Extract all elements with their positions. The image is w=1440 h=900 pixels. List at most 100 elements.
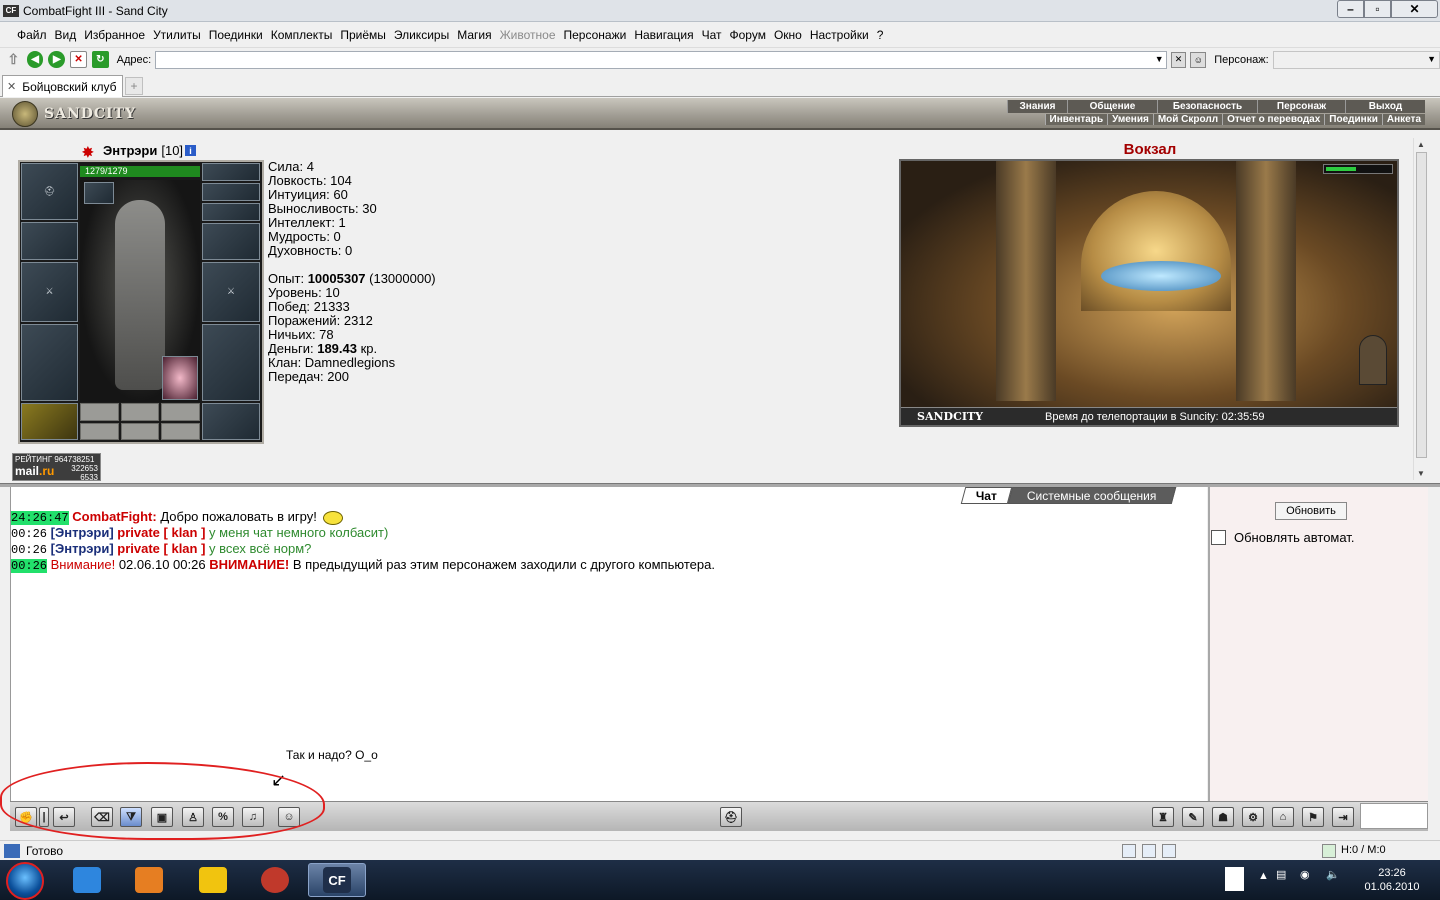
network-icon[interactable]: ▤	[1276, 868, 1286, 881]
empty-slot-4[interactable]	[80, 423, 119, 440]
ring-slot-3[interactable]	[202, 203, 260, 221]
chat-time[interactable]: 24:26:47	[11, 511, 69, 525]
helmet-slot[interactable]: ⛑	[21, 163, 78, 220]
chat-private[interactable]: private [ klan ]	[117, 525, 205, 540]
address-dropdown-icon[interactable]: ▼	[1155, 54, 1164, 64]
chat-time[interactable]: 00:26	[11, 527, 47, 541]
scroll-up-icon[interactable]: ▲	[1417, 140, 1425, 149]
menu-fights[interactable]: Поединки	[209, 28, 263, 42]
empty-slot-6[interactable]	[161, 423, 200, 440]
subnav-my-scroll[interactable]: Мой Скролл	[1152, 114, 1223, 125]
menu-file[interactable]: Файл	[17, 28, 47, 42]
nav-knowledge[interactable]: Знания	[1007, 100, 1067, 113]
menu-favorites[interactable]: Избранное	[84, 28, 145, 42]
speaker-icon[interactable]: 🔈	[1326, 868, 1340, 881]
tab-fight-club[interactable]: ✕ Бойцовский клуб	[2, 75, 123, 97]
chat-private[interactable]: private [ klan ]	[117, 541, 205, 556]
person-icon[interactable]: ♙	[182, 807, 204, 827]
forward-icon[interactable]: ▶	[48, 51, 66, 68]
weapon-left-slot[interactable]: ⚔	[21, 262, 78, 322]
menu-help[interactable]: ?	[877, 28, 884, 42]
tab-system-messages[interactable]: Системные сообщения	[1007, 487, 1176, 504]
stop-icon[interactable]: ✕	[70, 51, 87, 68]
lock-status-icon[interactable]	[1162, 844, 1176, 858]
menu-utilities[interactable]: Утилиты	[153, 28, 201, 42]
empty-slot-3[interactable]	[161, 403, 200, 421]
menu-forum[interactable]: Форум	[730, 28, 766, 42]
boots-slot[interactable]	[202, 403, 260, 440]
tab-chat[interactable]: Чат	[960, 487, 1013, 504]
back-icon[interactable]: ◀	[26, 51, 44, 68]
minimize-icon[interactable]: –	[1337, 0, 1364, 18]
system-clock[interactable]: 23:26 01.06.2010	[1352, 866, 1432, 894]
group-icon[interactable]: ☗	[1212, 807, 1234, 827]
bracers-slot[interactable]	[21, 222, 78, 260]
menu-techniques[interactable]: Приёмы	[340, 28, 386, 42]
taskbar-media-app[interactable]	[120, 863, 178, 897]
weapon-right-slot[interactable]: ⚔	[202, 262, 260, 322]
nav-security[interactable]: Безопасность	[1157, 100, 1257, 113]
persona-dropdown-icon[interactable]: ▼	[1427, 54, 1436, 64]
inbox-icon[interactable]: ▣	[151, 807, 173, 827]
exit-icon[interactable]: ⇥	[1332, 807, 1354, 827]
menu-sets[interactable]: Комплекты	[271, 28, 333, 42]
character-name[interactable]: Энтрэри	[103, 143, 157, 158]
menu-characters[interactable]: Персонажи	[564, 28, 627, 42]
menu-settings[interactable]: Настройки	[810, 28, 869, 42]
legs-slot[interactable]	[202, 324, 260, 401]
taskbar-folder-app[interactable]	[184, 863, 242, 897]
scroll-thumb[interactable]	[1416, 152, 1427, 458]
empty-slot-5[interactable]	[121, 423, 159, 440]
maximize-icon[interactable]: ▫	[1364, 0, 1391, 18]
auto-refresh-checkbox[interactable]	[1211, 530, 1226, 545]
filter-icon[interactable]: ⧩	[120, 807, 142, 827]
separator-icon[interactable]: |	[39, 807, 49, 827]
reply-icon[interactable]: ↩	[53, 807, 75, 827]
location-image[interactable]: SANDCITY Время до телепортации в Suncity…	[899, 159, 1399, 427]
ring-slot-1[interactable]	[202, 163, 260, 181]
gear-icon[interactable]: ⚙	[1242, 807, 1264, 827]
tray-app-icon[interactable]: ◉	[1300, 868, 1310, 881]
armor-slot[interactable]	[21, 324, 78, 401]
subnav-inventory[interactable]: Инвентарь	[1044, 114, 1108, 125]
tray-expand-icon[interactable]: ▲	[1258, 870, 1269, 882]
menu-window[interactable]: Окно	[774, 28, 802, 42]
info-icon[interactable]: i	[185, 145, 197, 156]
chat-time[interactable]: 00:26	[11, 543, 47, 557]
users-icon[interactable]: ☺	[1190, 51, 1207, 68]
new-tab-icon[interactable]: +	[125, 77, 143, 95]
pet-slot[interactable]	[162, 356, 198, 400]
refresh-button[interactable]: Обновить	[1275, 502, 1347, 520]
taskbar-explorer-app[interactable]	[58, 863, 116, 897]
rating-counter[interactable]: РЕЙТИНГ 964738251 mail.ru 322653 6533	[12, 453, 101, 482]
percent-icon[interactable]: %	[212, 807, 234, 827]
subnav-transfers-report[interactable]: Отчет о переводах	[1222, 114, 1325, 125]
taskbar-combatfight-app[interactable]: CF	[308, 863, 366, 897]
tab-close-icon[interactable]: ✕	[7, 80, 16, 93]
menu-navigation[interactable]: Навигация	[634, 28, 693, 42]
close-icon[interactable]: ✕	[1391, 0, 1438, 18]
menu-magic[interactable]: Магия	[457, 28, 491, 42]
clock-status-icon[interactable]	[1122, 844, 1136, 858]
eraser-icon[interactable]: ⌫	[91, 807, 113, 827]
taskbar-red-app[interactable]	[246, 863, 304, 897]
house-icon[interactable]: ⌂	[1272, 807, 1294, 827]
location-exit-door[interactable]	[1359, 335, 1387, 385]
gloves-slot[interactable]	[202, 223, 260, 260]
nav-exit[interactable]: Выход	[1345, 100, 1425, 113]
subnav-skills[interactable]: Умения	[1107, 114, 1153, 125]
nav-communication[interactable]: Общение	[1067, 100, 1157, 113]
smiley-button-icon[interactable]: ☺	[278, 807, 300, 827]
refresh-icon[interactable]: ↻	[91, 51, 109, 68]
pin-icon[interactable]: ⇧	[5, 51, 22, 68]
chat-nick[interactable]: [Энтрэри]	[51, 541, 114, 556]
belt-slot[interactable]	[21, 403, 78, 440]
chat-nick[interactable]: [Энтрэри]	[51, 525, 114, 540]
empty-slot-1[interactable]	[80, 403, 119, 421]
volume-icon[interactable]: ♫	[242, 807, 264, 827]
menu-elixirs[interactable]: Эликсиры	[394, 28, 449, 42]
ring-slot-2[interactable]	[202, 183, 260, 201]
pages-status-icon[interactable]	[1142, 844, 1156, 858]
start-button[interactable]	[6, 862, 44, 900]
subnav-profile[interactable]: Анкета	[1381, 114, 1425, 125]
